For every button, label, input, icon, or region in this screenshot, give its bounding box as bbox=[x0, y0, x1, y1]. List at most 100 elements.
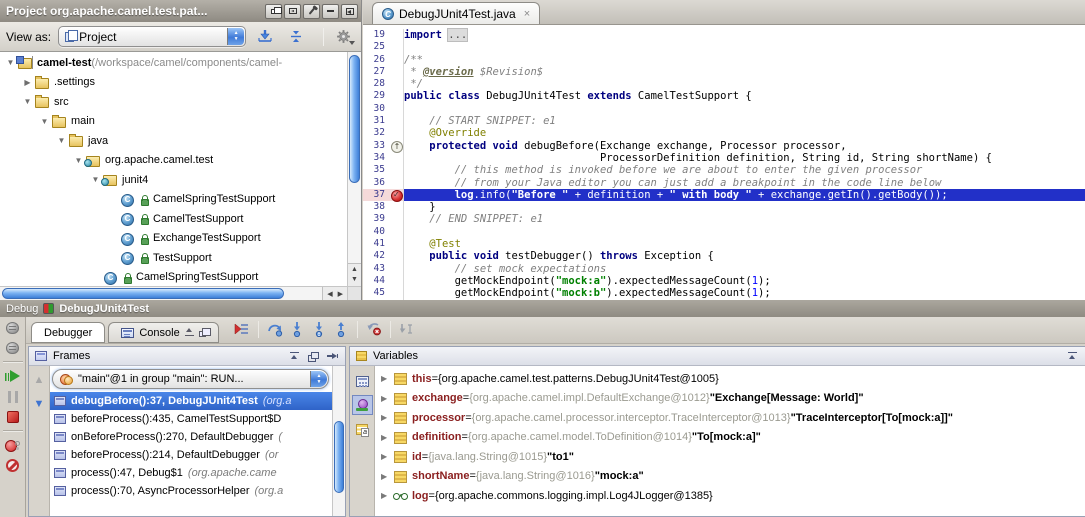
gutter-icon[interactable] bbox=[390, 189, 404, 201]
tree-item[interactable]: java bbox=[0, 131, 347, 151]
tree-item[interactable]: TestSupport bbox=[0, 248, 347, 268]
code-text[interactable]: public void testDebugger() throws Except… bbox=[404, 250, 1085, 262]
move-right-icon[interactable] bbox=[326, 351, 339, 362]
tree-item[interactable]: org.apache.camel.test bbox=[0, 151, 347, 171]
code-text[interactable]: // START SNIPPET: e1 bbox=[404, 115, 1085, 127]
scrollbar-thumb[interactable] bbox=[334, 421, 344, 493]
stack-frame-row[interactable]: beforeProcess():214, DefaultDebugger (or bbox=[50, 446, 332, 464]
code-text[interactable]: */ bbox=[404, 78, 1085, 90]
scrollbar-thumb[interactable] bbox=[2, 288, 284, 299]
expand-icon[interactable] bbox=[381, 452, 393, 461]
mute-breakpoints-icon[interactable] bbox=[4, 458, 22, 473]
resume-icon[interactable] bbox=[4, 369, 22, 384]
code-line[interactable]: 43 // set mock expectations bbox=[363, 263, 1085, 275]
project-horizontal-scrollbar[interactable]: ◀ ▶ bbox=[0, 286, 347, 300]
gutter-icon[interactable] bbox=[390, 29, 404, 41]
scroll-up-icon[interactable]: ▲ bbox=[348, 265, 361, 275]
code-text[interactable]: getMockEndpoint("mock:a").expectedMessag… bbox=[404, 275, 1085, 287]
code-text[interactable]: // set mock expectations bbox=[404, 263, 1085, 275]
tree-item[interactable]: main bbox=[0, 112, 347, 132]
code-line[interactable]: 33 protected void debugBefore(Exchange e… bbox=[363, 140, 1085, 152]
code-text[interactable] bbox=[404, 103, 1085, 115]
code-text[interactable] bbox=[404, 41, 1085, 53]
code-line[interactable]: 42 public void testDebugger() throws Exc… bbox=[363, 250, 1085, 262]
console-sort-icon[interactable] bbox=[185, 328, 194, 337]
gutter-icon[interactable] bbox=[390, 250, 404, 262]
code-line[interactable]: 29 public class DebugJUnit4Test extends … bbox=[363, 90, 1085, 102]
gutter-icon[interactable] bbox=[390, 90, 404, 102]
code-text[interactable]: * @version $Revision$ bbox=[404, 66, 1085, 78]
code-line[interactable]: 25 bbox=[363, 41, 1085, 53]
tree-item[interactable]: CamelSpringTestSupport bbox=[0, 268, 347, 287]
step-into-icon[interactable] bbox=[287, 319, 307, 339]
variable-row[interactable]: definition = {org.apache.camel.model.ToD… bbox=[375, 428, 1085, 448]
gutter-icon[interactable] bbox=[390, 78, 404, 90]
scrollbar-arrows[interactable]: ▲ ▼ bbox=[348, 263, 361, 286]
variable-row[interactable]: exchange = {org.apache.camel.impl.Defaul… bbox=[375, 389, 1085, 409]
float-window-icon[interactable] bbox=[265, 4, 282, 19]
dock-window-icon[interactable] bbox=[284, 4, 301, 19]
next-frame-icon[interactable]: ▼ bbox=[34, 398, 45, 410]
code-line[interactable]: 36 // from your Java editor you can just… bbox=[363, 177, 1085, 189]
code-line[interactable]: 19 import ... bbox=[363, 29, 1085, 41]
minimize-window-icon[interactable] bbox=[322, 4, 339, 19]
close-tab-icon[interactable]: × bbox=[524, 8, 530, 20]
expand-icon[interactable] bbox=[381, 374, 393, 383]
code-line[interactable]: 45 getMockEndpoint("mock:b").expectedMes… bbox=[363, 287, 1085, 299]
variable-row[interactable]: id = {java.lang.String@1015} "to1" bbox=[375, 447, 1085, 467]
code-line[interactable]: 27 * @version $Revision$ bbox=[363, 66, 1085, 78]
show-execution-point-icon[interactable] bbox=[232, 319, 252, 339]
code-text[interactable]: protected void debugBefore(Exchange exch… bbox=[404, 140, 1085, 152]
frames-scrollbar[interactable] bbox=[332, 366, 345, 516]
expand-icon[interactable] bbox=[381, 491, 393, 500]
collapse-panel-icon[interactable] bbox=[288, 351, 301, 362]
code-line[interactable]: 32 @Override bbox=[363, 127, 1085, 139]
code-text[interactable]: getMockEndpoint("mock:b").expectedMessag… bbox=[404, 287, 1085, 299]
code-line[interactable]: 44 getMockEndpoint("mock:a").expectedMes… bbox=[363, 275, 1085, 287]
expand-icon[interactable] bbox=[381, 394, 393, 403]
scrollbar-arrows[interactable]: ◀ ▶ bbox=[322, 287, 347, 300]
gutter-icon[interactable] bbox=[390, 201, 404, 213]
gutter-icon[interactable] bbox=[390, 226, 404, 238]
gutter-icon[interactable] bbox=[390, 238, 404, 250]
pin-window-icon[interactable] bbox=[303, 4, 320, 19]
tree-item[interactable]: src bbox=[0, 92, 347, 112]
stack-frame-row[interactable]: onBeforeProcess():270, DefaultDebugger ( bbox=[50, 428, 332, 446]
debug-title-bar[interactable]: Debug DebugJUnit4Test bbox=[0, 300, 1085, 317]
console-float-icon[interactable] bbox=[199, 331, 206, 337]
rerun-debugger-icon[interactable] bbox=[4, 320, 22, 335]
tree-item[interactable]: junit4 bbox=[0, 170, 347, 190]
scroll-left-icon[interactable]: ◀ bbox=[327, 290, 332, 298]
code-text[interactable]: import ... bbox=[404, 29, 1085, 41]
code-line[interactable]: 40 bbox=[363, 226, 1085, 238]
project-vertical-scrollbar[interactable]: ▲ ▼ bbox=[347, 52, 361, 286]
hide-window-icon[interactable] bbox=[341, 4, 358, 19]
code-line[interactable]: 30 bbox=[363, 103, 1085, 115]
code-line[interactable]: 28 */ bbox=[363, 78, 1085, 90]
gutter-icon[interactable] bbox=[390, 115, 404, 127]
code-text[interactable]: log.info("Before " + definition + " with… bbox=[404, 189, 1085, 201]
tree-twisty-icon[interactable] bbox=[21, 97, 34, 106]
code-line[interactable]: 41 @Test bbox=[363, 238, 1085, 250]
code-text[interactable]: public class DebugJUnit4Test extends Cam… bbox=[404, 90, 1085, 102]
stack-frame-row[interactable]: process():70, AsyncProcessorHelper (org.… bbox=[50, 482, 332, 500]
gutter-icon[interactable] bbox=[390, 275, 404, 287]
code-line[interactable]: 31 // START SNIPPET: e1 bbox=[363, 115, 1085, 127]
previous-frame-icon[interactable]: ▲ bbox=[34, 374, 45, 386]
select-stepper-icon[interactable]: ▲▼ bbox=[310, 371, 327, 387]
stop-icon[interactable] bbox=[4, 409, 22, 424]
code-text[interactable] bbox=[404, 226, 1085, 238]
scroll-right-icon[interactable]: ▶ bbox=[338, 290, 343, 298]
code-area[interactable]: 19 import ... 25 26 /** 27 * @version $R… bbox=[363, 25, 1085, 300]
gutter-icon[interactable] bbox=[390, 164, 404, 176]
step-over-icon[interactable] bbox=[265, 319, 285, 339]
variable-row[interactable]: log = {org.apache.commons.logging.impl.L… bbox=[375, 486, 1085, 506]
pause-icon[interactable] bbox=[4, 389, 22, 404]
run-to-cursor-icon[interactable] bbox=[397, 319, 417, 339]
expand-icon[interactable] bbox=[381, 433, 393, 442]
variable-row[interactable]: this = {org.apache.camel.test.patterns.D… bbox=[375, 369, 1085, 389]
code-text[interactable]: @Override bbox=[404, 127, 1085, 139]
gutter-icon[interactable] bbox=[390, 54, 404, 66]
code-line[interactable]: 34 ProcessorDefinition definition, Strin… bbox=[363, 152, 1085, 164]
code-text[interactable]: @Test bbox=[404, 238, 1085, 250]
